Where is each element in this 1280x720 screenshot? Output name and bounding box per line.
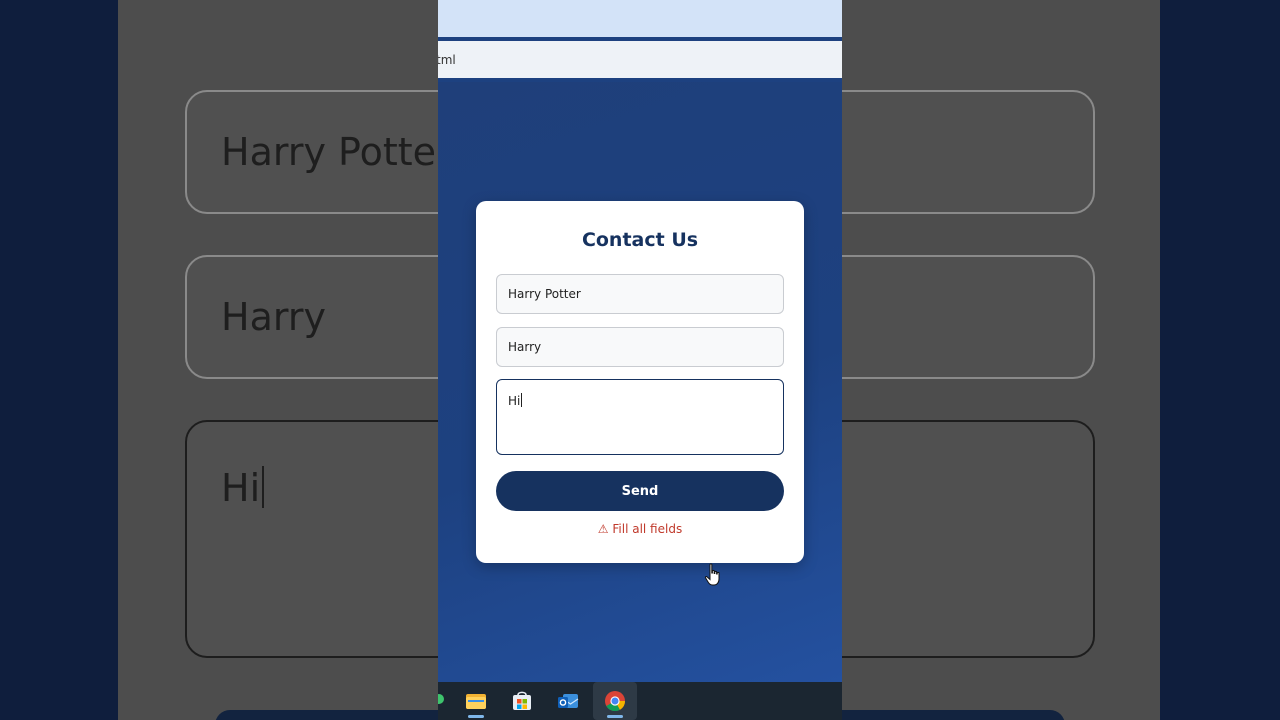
error-text: ⚠ Fill all fields: [597, 522, 683, 536]
taskbar: [438, 682, 842, 720]
name-input-value: Harry Potter: [508, 287, 581, 301]
browser-window: tml Contact Us Harry Potter Harry Hi Sen…: [438, 0, 842, 720]
message-textarea[interactable]: Hi: [496, 379, 784, 455]
address-text: tml: [438, 52, 456, 67]
address-bar[interactable]: tml: [438, 41, 842, 78]
screen: Harry Potter Harry Hi tml Contact Us Har…: [0, 0, 1280, 720]
page-content: Contact Us Harry Potter Harry Hi Send ⚠ …: [438, 82, 842, 682]
backdrop-caret: [262, 466, 265, 508]
file-explorer-icon[interactable]: [465, 690, 487, 712]
backdrop-message-value: Hi: [221, 466, 261, 510]
send-button[interactable]: Send: [496, 471, 784, 511]
backdrop-name-value: Harry Potter: [221, 130, 452, 174]
microsoft-store-icon[interactable]: [511, 690, 533, 712]
contact-card: Contact Us Harry Potter Harry Hi Send ⚠ …: [476, 201, 804, 563]
email-input[interactable]: Harry: [496, 327, 784, 367]
notification-dot: [438, 694, 444, 704]
text-caret: [521, 393, 523, 407]
error-message: ⚠ Fill all fields: [476, 522, 804, 536]
outlook-icon[interactable]: [557, 690, 579, 712]
hand-cursor-icon: [704, 563, 720, 586]
backdrop-email-value: Harry: [221, 295, 326, 339]
browser-tab-strip: [438, 0, 842, 37]
chrome-icon[interactable]: [604, 690, 626, 712]
email-input-value: Harry: [508, 340, 542, 354]
file-explorer-indicator: [468, 715, 484, 718]
chrome-indicator: [607, 715, 623, 718]
message-textarea-value: Hi: [508, 394, 521, 408]
name-input[interactable]: Harry Potter: [496, 274, 784, 314]
send-button-label: Send: [621, 483, 659, 499]
page-title: Contact Us: [581, 229, 699, 251]
